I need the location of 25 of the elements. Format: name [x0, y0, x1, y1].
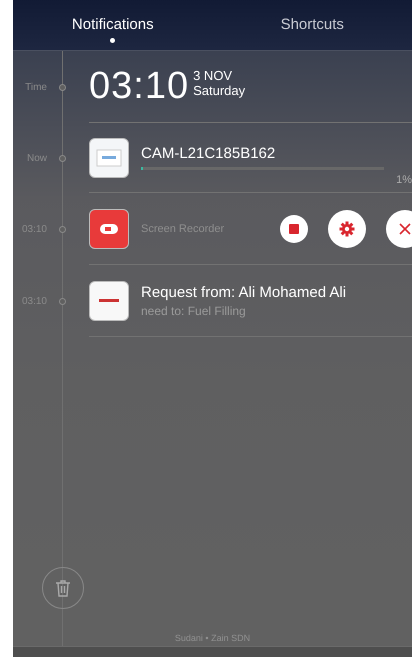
gear-icon	[339, 220, 355, 236]
trash-icon	[55, 579, 71, 597]
stop-button[interactable]	[280, 214, 308, 242]
timeline-dot	[59, 298, 66, 304]
tab[interactable]: Shortcuts	[212, 0, 412, 50]
timeline-dot	[59, 226, 66, 232]
notification-text: need to: Fuel Filling	[141, 304, 247, 318]
clock-time: 03:10	[89, 65, 190, 108]
weekday-text: Saturday	[193, 82, 246, 98]
app-icon	[89, 280, 129, 320]
progress-reading: 1%	[396, 174, 412, 186]
delete-button[interactable]	[42, 567, 84, 609]
timeline-label: Now	[26, 152, 47, 164]
notification-title: Request from: Ali Mohamed Ali	[141, 284, 348, 300]
app-icon	[89, 138, 129, 178]
timeline-label: Time	[25, 82, 47, 92]
notification-title: CAM-L21C185B162	[141, 145, 276, 162]
settings-button[interactable]	[328, 210, 366, 248]
timeline-dot	[59, 84, 66, 90]
date-text: 3 NOV	[193, 68, 234, 82]
timeline-dot	[59, 154, 66, 162]
tab[interactable]: Notifications	[13, 0, 212, 50]
stop-icon	[289, 224, 299, 234]
close-icon	[399, 222, 411, 234]
recorder-icon	[89, 208, 129, 248]
